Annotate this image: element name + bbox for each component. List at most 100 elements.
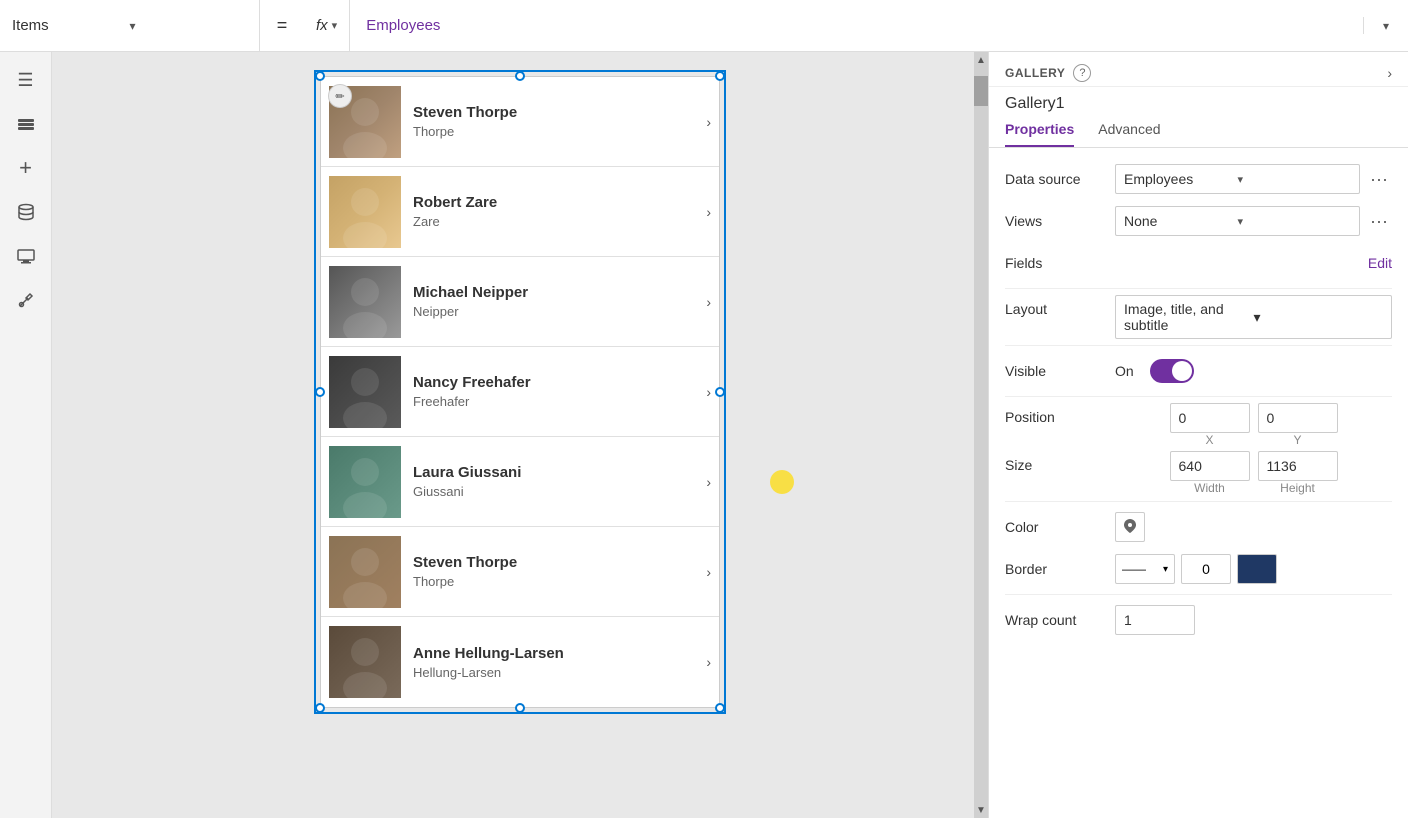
database-icon[interactable] bbox=[6, 192, 46, 232]
scrollbar-arrow-up[interactable]: ▲ bbox=[974, 52, 988, 68]
gallery-item-subtitle: Zare bbox=[413, 214, 694, 229]
gallery-name: Gallery1 bbox=[989, 87, 1408, 113]
views-more[interactable]: ··· bbox=[1366, 211, 1392, 232]
fields-edit-link[interactable]: Edit bbox=[1368, 255, 1392, 271]
tab-advanced[interactable]: Advanced bbox=[1098, 113, 1160, 147]
gallery-item-info: Steven Thorpe Thorpe bbox=[401, 104, 706, 139]
tab-properties[interactable]: Properties bbox=[1005, 113, 1074, 147]
gallery-item-info: Michael Neipper Neipper bbox=[401, 284, 706, 319]
handle-middle-right[interactable] bbox=[715, 387, 725, 397]
gallery-edit-icon[interactable]: ✏ bbox=[328, 84, 352, 108]
formula-chevron[interactable]: ▾ bbox=[1364, 19, 1408, 33]
gallery-item[interactable]: Steven Thorpe Thorpe › bbox=[321, 527, 719, 617]
fields-row: Fields Edit bbox=[1005, 244, 1392, 282]
fields-label: Fields bbox=[1005, 255, 1115, 271]
tools-icon[interactable] bbox=[6, 280, 46, 320]
wrap-count-control bbox=[1115, 605, 1392, 635]
size-control: Width Height bbox=[1115, 451, 1392, 495]
position-x-label: X bbox=[1170, 433, 1250, 447]
size-width-label: Width bbox=[1170, 481, 1250, 495]
gallery-item[interactable]: Nancy Freehafer Freehafer › bbox=[321, 347, 719, 437]
gallery-item-name: Robert Zare bbox=[413, 194, 694, 211]
views-label: Views bbox=[1005, 213, 1115, 229]
position-label: Position bbox=[1005, 403, 1115, 425]
main-area: ☰ + bbox=[0, 52, 1408, 818]
panel-help-button[interactable]: ? bbox=[1073, 64, 1091, 82]
handle-top-center[interactable] bbox=[515, 71, 525, 81]
gallery-item[interactable]: Steven Thorpe Thorpe › bbox=[321, 77, 719, 167]
visible-label: Visible bbox=[1005, 363, 1115, 379]
gallery-item-chevron: › bbox=[706, 474, 711, 490]
formula-text: Employees bbox=[366, 17, 440, 34]
color-swatch[interactable] bbox=[1115, 512, 1145, 542]
gallery-item-name: Laura Giussani bbox=[413, 464, 694, 481]
gallery-item-info: Anne Hellung-Larsen Hellung-Larsen bbox=[401, 645, 706, 680]
border-style-chevron: ▾ bbox=[1163, 564, 1168, 575]
data-source-dropdown[interactable]: Employees ▾ bbox=[1115, 164, 1360, 194]
data-source-more[interactable]: ··· bbox=[1366, 169, 1392, 190]
gallery-item-photo bbox=[329, 266, 401, 338]
gallery-item-photo bbox=[329, 626, 401, 698]
items-dropdown[interactable]: Items ▾ bbox=[0, 0, 260, 51]
visible-toggle[interactable] bbox=[1150, 359, 1194, 383]
handle-bottom-left[interactable] bbox=[315, 703, 325, 713]
gallery-item-name: Anne Hellung-Larsen bbox=[413, 645, 694, 662]
visible-row: Visible On bbox=[1005, 352, 1392, 390]
size-row: Size Width Height bbox=[1005, 451, 1392, 495]
top-bar: Items ▾ = fx ▾ Employees ▾ bbox=[0, 0, 1408, 52]
position-control: X Y bbox=[1115, 403, 1392, 447]
position-y-input[interactable] bbox=[1258, 403, 1338, 433]
gallery-item[interactable]: Anne Hellung-Larsen Hellung-Larsen › bbox=[321, 617, 719, 707]
size-label: Size bbox=[1005, 451, 1115, 473]
wrap-count-input[interactable] bbox=[1115, 605, 1195, 635]
handle-middle-left[interactable] bbox=[315, 387, 325, 397]
handle-bottom-center[interactable] bbox=[515, 703, 525, 713]
size-height-label: Height bbox=[1258, 481, 1338, 495]
gallery-item[interactable]: Laura Giussani Giussani › bbox=[321, 437, 719, 527]
visible-on-label: On bbox=[1115, 363, 1134, 379]
formula-bar[interactable]: Employees bbox=[350, 17, 1364, 34]
gallery-item-subtitle: Hellung-Larsen bbox=[413, 665, 694, 680]
handle-top-right[interactable] bbox=[715, 71, 725, 81]
media-icon[interactable] bbox=[6, 236, 46, 276]
gallery-item-chevron: › bbox=[706, 564, 711, 580]
cursor-dot bbox=[770, 470, 794, 494]
gallery-item[interactable]: Michael Neipper Neipper › bbox=[321, 257, 719, 347]
toggle-knob bbox=[1172, 361, 1192, 381]
border-color-swatch[interactable] bbox=[1237, 554, 1277, 584]
canvas-scrollbar[interactable]: ▲ ▼ bbox=[974, 52, 988, 818]
fx-button[interactable]: fx ▾ bbox=[304, 0, 350, 51]
border-width-input[interactable] bbox=[1181, 554, 1231, 584]
data-source-chevron: ▾ bbox=[1238, 173, 1352, 186]
layout-row: Layout Image, title, and subtitle ▾ bbox=[1005, 295, 1392, 339]
layers-icon[interactable] bbox=[6, 104, 46, 144]
border-style-dropdown[interactable]: —— ▾ bbox=[1115, 554, 1175, 584]
position-row: Position X Y bbox=[1005, 403, 1392, 447]
panel-arrow[interactable]: › bbox=[1387, 65, 1392, 81]
layout-dropdown[interactable]: Image, title, and subtitle ▾ bbox=[1115, 295, 1392, 339]
views-dropdown[interactable]: None ▾ bbox=[1115, 206, 1360, 236]
gallery-list: Steven Thorpe Thorpe › bbox=[320, 76, 720, 708]
color-row: Color bbox=[1005, 508, 1392, 546]
gallery-item-info: Steven Thorpe Thorpe bbox=[401, 554, 706, 589]
views-row: Views None ▾ ··· bbox=[1005, 202, 1392, 240]
size-height-input[interactable] bbox=[1258, 451, 1338, 481]
handle-bottom-right[interactable] bbox=[715, 703, 725, 713]
gallery-item[interactable]: Robert Zare Zare › bbox=[321, 167, 719, 257]
equals-sign: = bbox=[260, 15, 304, 36]
layout-control: Image, title, and subtitle ▾ bbox=[1115, 295, 1392, 339]
hamburger-icon[interactable]: ☰ bbox=[6, 60, 46, 100]
gallery-item-info: Robert Zare Zare bbox=[401, 194, 706, 229]
canvas-area[interactable]: ✏ Steven Thorpe Thorpe bbox=[52, 52, 988, 818]
size-width-input[interactable] bbox=[1170, 451, 1250, 481]
wrap-count-row: Wrap count bbox=[1005, 601, 1392, 639]
scrollbar-arrow-down[interactable]: ▼ bbox=[974, 802, 988, 818]
panel-tabs: Properties Advanced bbox=[989, 113, 1408, 148]
border-control: —— ▾ bbox=[1115, 554, 1392, 584]
add-icon[interactable]: + bbox=[6, 148, 46, 188]
scrollbar-thumb[interactable] bbox=[974, 76, 988, 106]
position-x-input[interactable] bbox=[1170, 403, 1250, 433]
gallery-item-subtitle: Thorpe bbox=[413, 124, 694, 139]
handle-top-left[interactable] bbox=[315, 71, 325, 81]
gallery-item-chevron: › bbox=[706, 114, 711, 130]
